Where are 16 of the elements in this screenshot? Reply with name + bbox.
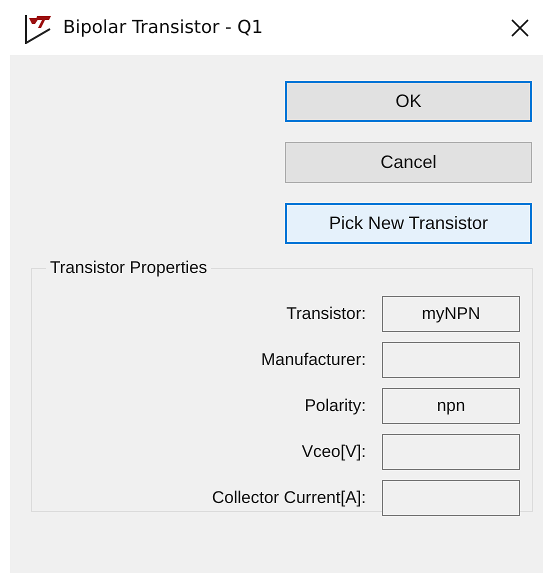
dialog-button[interactable]: OK [285,81,532,122]
property-field[interactable]: myNPN [382,296,520,332]
dialog-button[interactable]: Cancel [285,142,532,183]
field-label: Polarity: [304,396,366,416]
close-icon[interactable] [510,18,530,38]
property-field[interactable]: npn [382,388,520,424]
field-label: Manufacturer: [261,350,366,370]
property-field[interactable] [382,342,520,378]
field-label: Vceo[V]: [302,442,366,462]
property-field[interactable] [382,434,520,470]
window-title: Bipolar Transistor - Q1 [63,17,264,38]
dialog-button[interactable]: Pick New Transistor [285,203,532,244]
property-field[interactable] [382,480,520,516]
field-label: Collector Current[A]: [212,488,366,508]
field-label: Transistor: [286,304,366,324]
group-title: Transistor Properties [49,258,208,278]
